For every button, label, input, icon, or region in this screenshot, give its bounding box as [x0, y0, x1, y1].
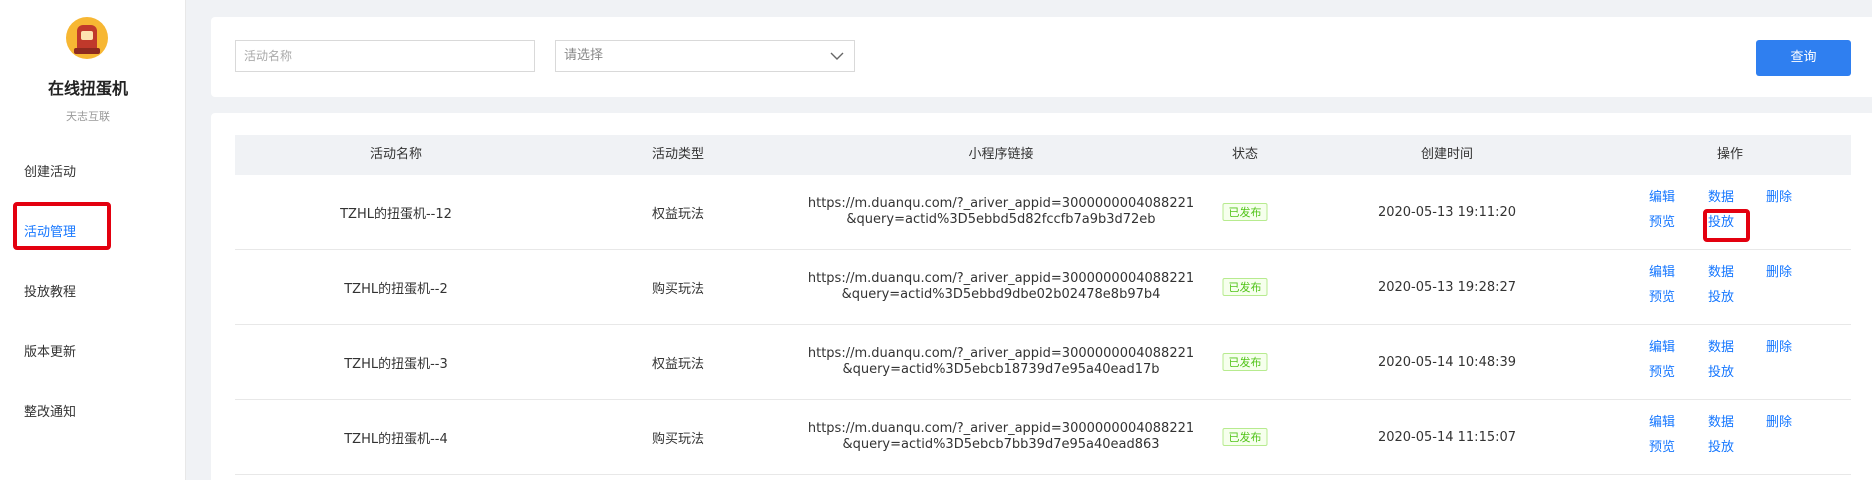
link-line: &query=actid%3D5ebcb18739d7e95a40ead17b — [842, 362, 1160, 377]
highlight-box-nav — [13, 202, 111, 250]
column-header-type: 活动类型 — [651, 147, 705, 162]
preview-link[interactable]: 预览 — [1649, 211, 1675, 230]
deploy-link[interactable]: 投放 — [1708, 361, 1734, 380]
table-header: 活动名称 活动类型 小程序链接 状态 创建时间 操作 — [235, 135, 1851, 175]
miniprogram-link: https://m.duanqu.com/?_ariver_appid=3000… — [808, 400, 1194, 474]
status-badge: 已发布 — [1222, 353, 1268, 371]
status-cell: 已发布 — [1222, 400, 1268, 474]
activity-type-select[interactable]: 请选择 — [555, 40, 855, 72]
highlight-box-deploy — [1703, 209, 1750, 242]
activity-table: 活动名称 活动类型 小程序链接 状态 创建时间 操作 TZHL的扭蛋机--12 … — [211, 113, 1872, 480]
link-line: &query=actid%3D5ebbd9dbe02b02478e8b97b4 — [841, 287, 1161, 302]
edit-link[interactable]: 编辑 — [1649, 186, 1675, 205]
activity-type: 购买玩法 — [651, 431, 705, 447]
table-row: TZHL的扭蛋机--12 权益玩法 https://m.duanqu.com/?… — [235, 175, 1851, 250]
table-row: TZHL的扭蛋机--3 权益玩法 https://m.duanqu.com/?_… — [235, 325, 1851, 400]
created-time: 2020-05-14 10:48:39 — [1377, 354, 1517, 370]
edit-link[interactable]: 编辑 — [1649, 336, 1675, 355]
miniprogram-link: https://m.duanqu.com/?_ariver_appid=3000… — [808, 325, 1194, 399]
delete-link[interactable]: 删除 — [1766, 186, 1792, 205]
preview-link[interactable]: 预览 — [1649, 286, 1675, 305]
chevron-down-icon — [830, 52, 844, 60]
miniprogram-link: https://m.duanqu.com/?_ariver_appid=3000… — [808, 250, 1194, 324]
activity-name: TZHL的扭蛋机--4 — [344, 431, 448, 447]
delete-link[interactable]: 删除 — [1766, 261, 1792, 280]
app-title: 在线扭蛋机 — [47, 79, 128, 98]
data-link[interactable]: 数据 — [1708, 411, 1734, 430]
sidebar-item-create-activity[interactable]: 创建活动 — [24, 161, 76, 180]
activity-type: 权益玩法 — [651, 356, 705, 372]
preview-link[interactable]: 预览 — [1649, 361, 1675, 380]
link-line: https://m.duanqu.com/?_ariver_appid=3000… — [807, 196, 1195, 211]
sidebar: 在线扭蛋机 天志互联 创建活动 活动管理 投放教程 版本更新 整改通知 — [0, 0, 186, 480]
column-header-actions: 操作 — [1716, 147, 1744, 162]
column-header-status: 状态 — [1231, 147, 1259, 162]
deploy-link[interactable]: 投放 — [1708, 286, 1734, 305]
activity-type: 购买玩法 — [651, 281, 705, 297]
column-header-name: 活动名称 — [369, 147, 423, 162]
query-button[interactable]: 查询 — [1756, 40, 1851, 76]
edit-link[interactable]: 编辑 — [1649, 261, 1675, 280]
activity-type-select-value: 请选择 — [564, 48, 604, 63]
status-cell: 已发布 — [1222, 175, 1268, 249]
app-subtitle: 天志互联 — [66, 110, 110, 123]
miniprogram-link: https://m.duanqu.com/?_ariver_appid=3000… — [808, 175, 1194, 249]
link-line: https://m.duanqu.com/?_ariver_appid=3000… — [807, 421, 1195, 436]
data-link[interactable]: 数据 — [1708, 261, 1734, 280]
created-time: 2020-05-14 11:15:07 — [1377, 429, 1517, 445]
status-badge: 已发布 — [1222, 203, 1268, 221]
gashapon-machine-icon — [66, 17, 108, 59]
sidebar-item-version-update[interactable]: 版本更新 — [24, 341, 76, 360]
delete-link[interactable]: 删除 — [1766, 411, 1792, 430]
data-link[interactable]: 数据 — [1708, 336, 1734, 355]
status-cell: 已发布 — [1222, 250, 1268, 324]
preview-link[interactable]: 预览 — [1649, 436, 1675, 455]
status-badge: 已发布 — [1222, 278, 1268, 296]
created-time: 2020-05-13 19:11:20 — [1377, 204, 1517, 220]
table-row: TZHL的扭蛋机--2 购买玩法 https://m.duanqu.com/?_… — [235, 250, 1851, 325]
created-time: 2020-05-13 19:28:27 — [1377, 279, 1517, 295]
edit-link[interactable]: 编辑 — [1649, 411, 1675, 430]
activity-name-input[interactable]: 活动名称 — [235, 40, 535, 72]
table-row: TZHL的扭蛋机--4 购买玩法 https://m.duanqu.com/?_… — [235, 400, 1851, 475]
status-cell: 已发布 — [1222, 325, 1268, 399]
activity-name: TZHL的扭蛋机--12 — [340, 206, 452, 222]
delete-link[interactable]: 删除 — [1766, 336, 1792, 355]
filter-panel: 活动名称 请选择 — [211, 17, 1872, 97]
link-line: https://m.duanqu.com/?_ariver_appid=3000… — [807, 271, 1195, 286]
column-header-created: 创建时间 — [1420, 147, 1474, 162]
activity-name: TZHL的扭蛋机--3 — [344, 356, 448, 372]
column-header-link: 小程序链接 — [968, 147, 1034, 162]
link-line: https://m.duanqu.com/?_ariver_appid=3000… — [807, 346, 1195, 361]
sidebar-item-rectification-notice[interactable]: 整改通知 — [24, 401, 76, 420]
activity-type: 权益玩法 — [651, 206, 705, 222]
activity-name: TZHL的扭蛋机--2 — [344, 281, 448, 297]
sidebar-item-delivery-tutorial[interactable]: 投放教程 — [24, 281, 76, 300]
link-line: &query=actid%3D5ebcb7bb39d7e95a40ead863 — [842, 437, 1160, 452]
deploy-link[interactable]: 投放 — [1708, 436, 1734, 455]
status-badge: 已发布 — [1222, 428, 1268, 446]
link-line: &query=actid%3D5ebbd5d82fccfb7a9b3d72eb — [846, 212, 1156, 227]
data-link[interactable]: 数据 — [1708, 186, 1734, 205]
